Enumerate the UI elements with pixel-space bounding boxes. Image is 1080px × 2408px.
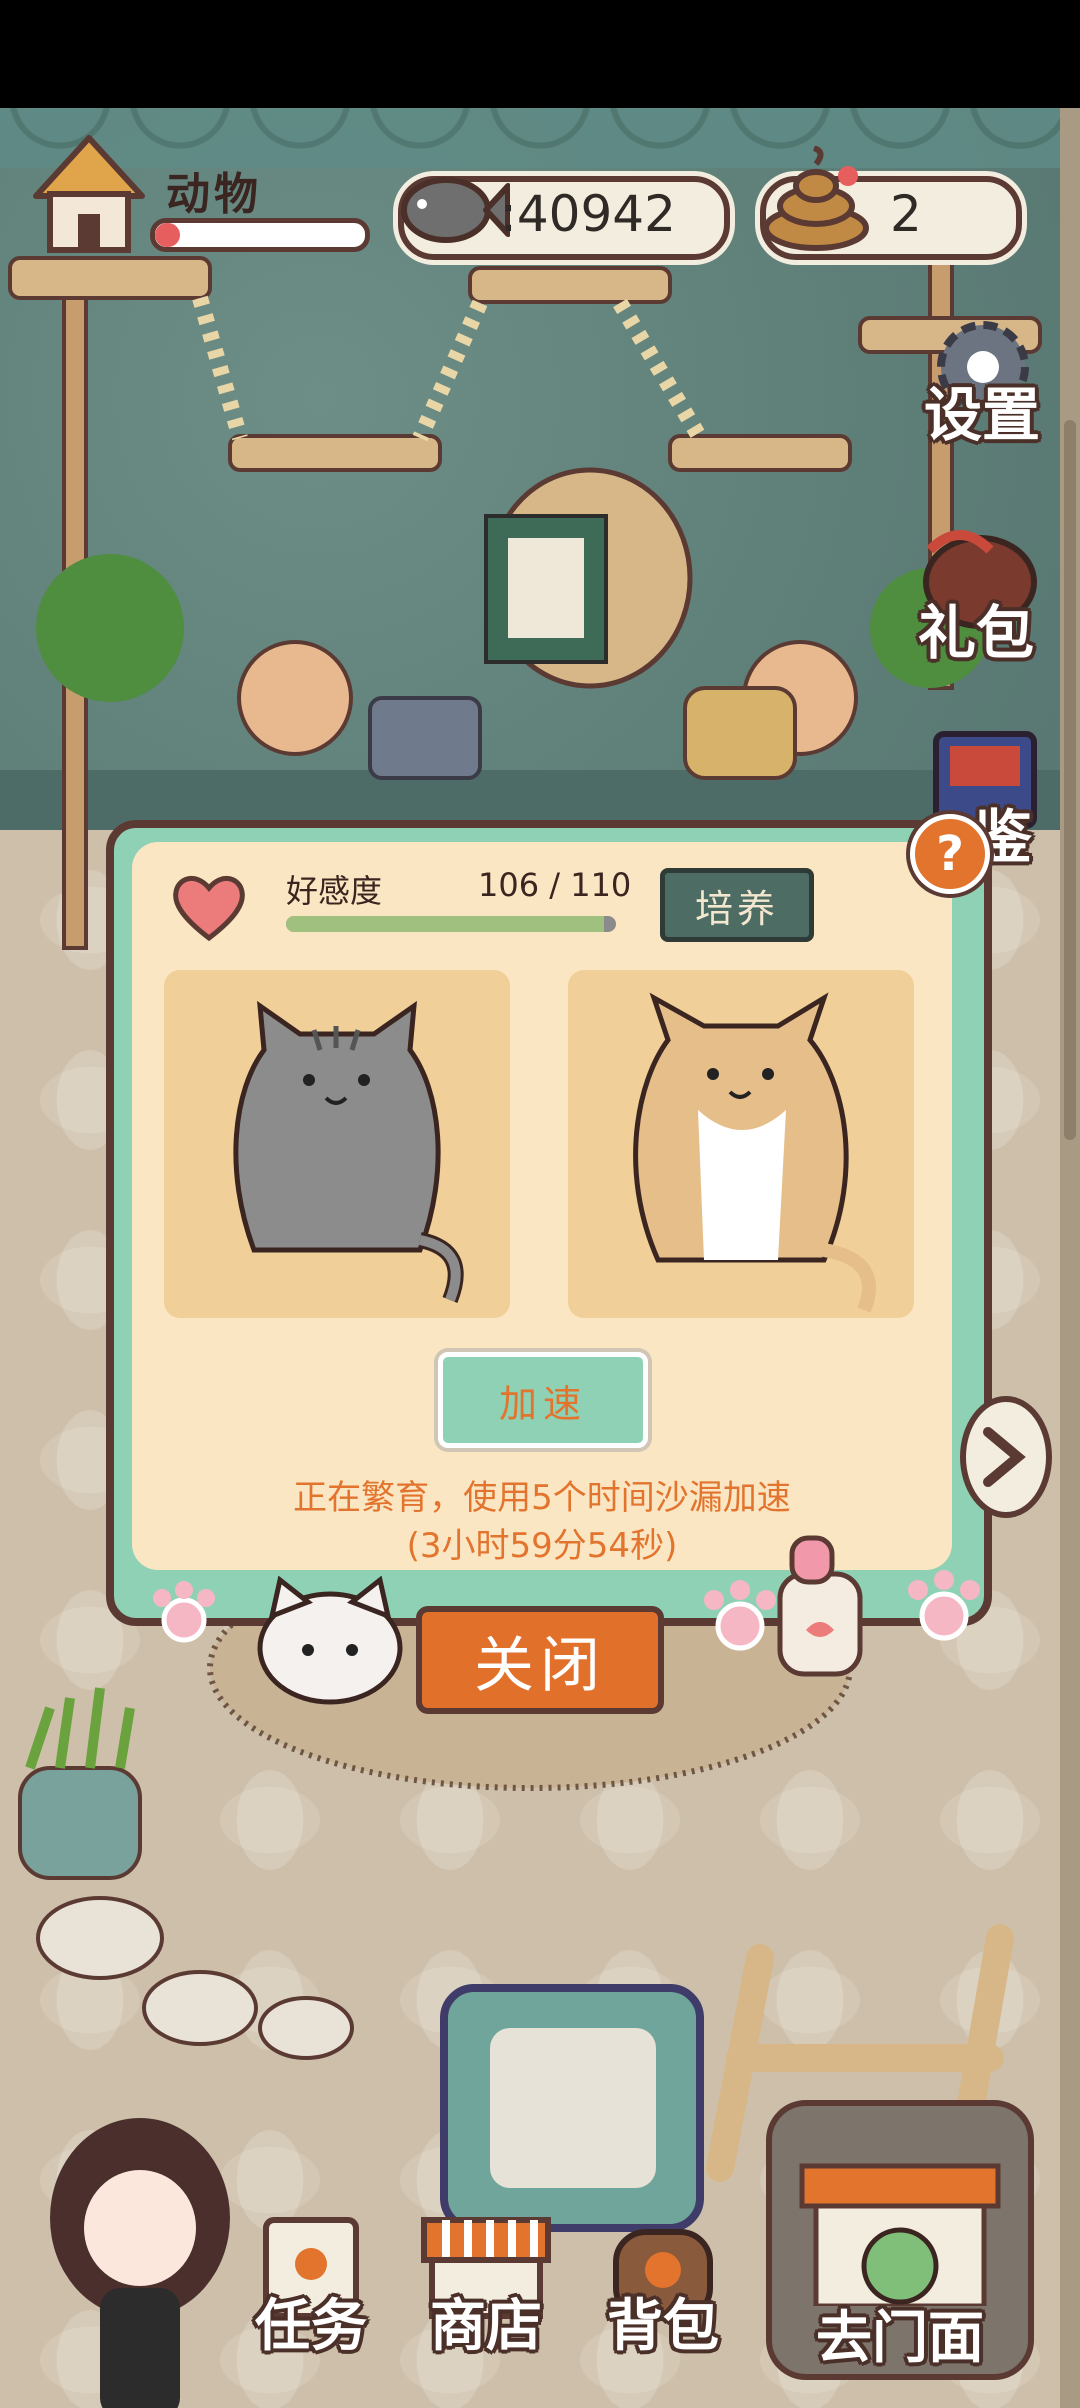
camera-prop <box>368 696 482 780</box>
food-bowl-2 <box>142 1970 258 2046</box>
help-button[interactable]: ? <box>910 814 990 894</box>
level-progress-bar <box>150 218 370 252</box>
grass-pot <box>18 1766 142 1880</box>
affection-progress-fill <box>286 916 605 932</box>
shelf-middle-left <box>228 434 442 472</box>
cat-book-page <box>508 538 584 638</box>
cat-card-orange[interactable] <box>568 970 914 1318</box>
shop-label: 商店 <box>430 2294 542 2359</box>
paw-cushion <box>237 640 353 756</box>
settings-label: 设置 <box>924 381 1041 449</box>
backpack-label: 背包 <box>607 2294 719 2359</box>
milk-bottle-icon <box>777 1535 863 1677</box>
close-button[interactable]: 关闭 <box>416 1606 664 1714</box>
wall-plant-left <box>36 554 184 702</box>
rope-bridge-center-left <box>412 299 488 442</box>
affection-value: 106 / 110 <box>478 866 632 904</box>
settings-button[interactable]: 设置 <box>918 312 1058 452</box>
affection-label: 好感度 <box>286 872 383 910</box>
chevron-right-icon <box>983 1427 1026 1487</box>
fluffy-orange-cat <box>633 992 876 1313</box>
snack-stand <box>683 686 797 780</box>
storefront-label: 去门面 <box>816 2306 984 2371</box>
fish-icon <box>401 177 510 243</box>
shelf-top-left <box>8 256 212 300</box>
scrollbar[interactable] <box>1064 420 1076 1140</box>
level-label: 动物 <box>166 169 262 220</box>
rope-bridge-center-right <box>613 298 707 443</box>
cat-bed-cushion <box>490 2028 656 2188</box>
paw-print-icon <box>153 1581 215 1643</box>
heart-icon <box>173 876 245 942</box>
shelf-top-center <box>468 266 672 304</box>
backpack-button[interactable]: 背包 <box>588 2212 738 2362</box>
status-bar <box>0 0 1080 108</box>
shelf-middle-right <box>668 434 852 472</box>
gift-pack-button[interactable]: 礼包 <box>890 520 1050 670</box>
affection-progress-bar <box>286 916 616 932</box>
water-bowl <box>258 1996 354 2060</box>
food-bowl <box>36 1896 164 1980</box>
next-arrow-button[interactable] <box>960 1396 1052 1518</box>
tasks-label: 任务 <box>255 2294 367 2359</box>
storefront-icon <box>799 2163 1001 2309</box>
tabby-kitten-icon <box>257 1576 403 1705</box>
fish-count: :40942 <box>500 185 676 243</box>
cat-grass <box>25 1687 135 1770</box>
rope-bridge-left <box>192 295 248 441</box>
train-button[interactable]: 培养 <box>660 868 814 942</box>
storefront-button[interactable]: 去门面 <box>766 2100 1034 2380</box>
cat-card-gray[interactable] <box>164 970 510 1318</box>
tasks-button[interactable]: 任务 <box>236 2212 386 2362</box>
level-progress-fill <box>155 223 181 247</box>
shopkeeper-apron <box>100 2288 180 2408</box>
poop-icon <box>763 146 869 251</box>
shop-button[interactable]: 商店 <box>406 2212 566 2362</box>
gray-tabby-cat <box>233 1000 464 1303</box>
gift-pack-label: 礼包 <box>918 599 1035 667</box>
speed-up-button[interactable]: 加速 <box>438 1352 648 1448</box>
paw-print-icon-far-right <box>908 1570 980 1641</box>
poop-count: 2 <box>890 185 922 243</box>
breeding-status-text: 正在繁育，使用5个时间沙漏加速 <box>293 1478 791 1518</box>
house-icon[interactable] <box>28 132 150 256</box>
shopkeeper-face <box>84 2170 196 2286</box>
